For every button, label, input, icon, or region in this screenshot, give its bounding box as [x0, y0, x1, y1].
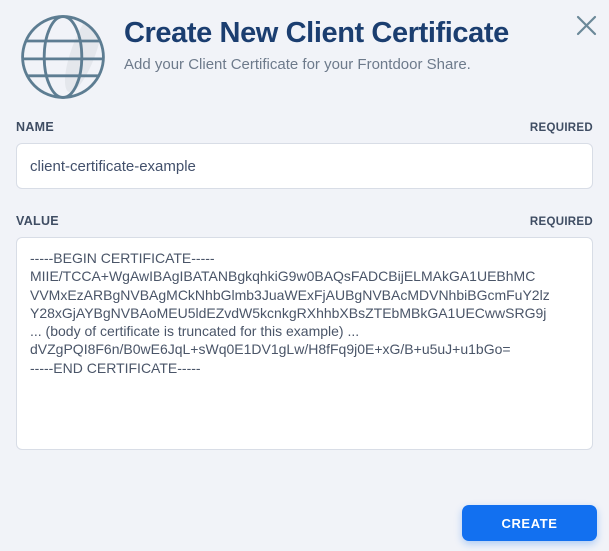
create-client-certificate-dialog: Create New Client Certificate Add your C…: [0, 0, 609, 551]
globe-icon: [21, 15, 105, 99]
name-field-label: NAME: [16, 120, 55, 134]
value-textarea[interactable]: -----BEGIN CERTIFICATE----- MIIE/TCCA+Wg…: [16, 237, 593, 450]
name-required-badge: REQUIRED: [529, 122, 593, 134]
dialog-title: Create New Client Certificate: [124, 17, 509, 49]
dialog-header: Create New Client Certificate Add your C…: [16, 8, 593, 104]
value-required-badge: REQUIRED: [529, 216, 593, 228]
close-icon: [576, 15, 596, 35]
close-button[interactable]: [571, 10, 601, 40]
dialog-subtitle: Add your Client Certificate for your Fro…: [124, 55, 471, 73]
name-field-header: NAME REQUIRED: [16, 120, 593, 134]
value-field-label: VALUE: [16, 214, 59, 228]
create-button[interactable]: CREATE: [462, 505, 597, 541]
dialog-header-text: Create New Client Certificate Add your C…: [124, 10, 509, 73]
name-input[interactable]: [16, 143, 593, 189]
value-field-header: VALUE REQUIRED: [16, 214, 593, 228]
